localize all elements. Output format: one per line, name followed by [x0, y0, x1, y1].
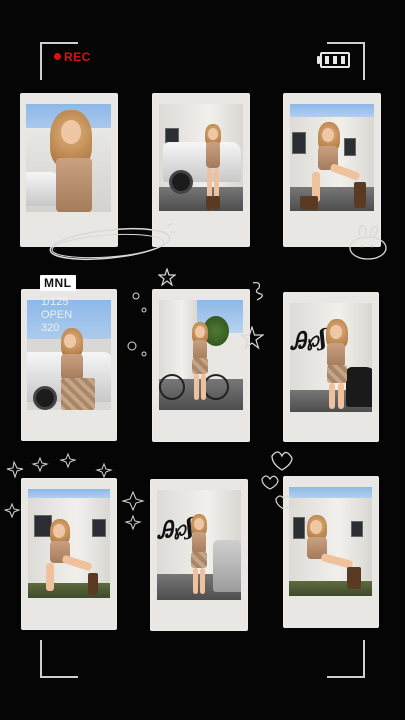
star-doodle-icon — [158, 268, 176, 286]
battery-icon — [317, 52, 350, 68]
polaroid-photo — [289, 487, 372, 596]
location-tag: MNL — [40, 275, 76, 291]
star-doodle-icon — [240, 326, 264, 350]
rec-label: REC — [64, 50, 91, 64]
oval-scribble-icon — [49, 222, 175, 261]
polaroid-photo — [159, 104, 243, 211]
bunny-doodle-icon — [349, 225, 387, 260]
battery-bar — [325, 56, 329, 64]
battery-bar — [333, 56, 337, 64]
polaroid-5[interactable] — [152, 289, 250, 442]
viewfinder-corner-bottom-right — [327, 640, 365, 678]
iso-readout: 320 — [41, 322, 60, 334]
polaroid-photo — [159, 300, 243, 410]
polaroid-photo — [290, 104, 374, 211]
scribble-doodle-icon — [252, 281, 263, 301]
sparkle-doodle-icon — [121, 490, 145, 531]
heart-doodle-icon — [261, 451, 293, 510]
polaroid-photo: Ꭿ℘ʃ — [290, 303, 372, 412]
shutter-readout: 1/125 — [41, 296, 69, 308]
polaroid-photo — [26, 104, 111, 212]
rec-indicator: REC — [54, 50, 91, 64]
polaroid-photo: Ꭿ℘ʃ — [157, 490, 241, 600]
dots-doodle-icon — [127, 292, 147, 357]
polaroid-8[interactable]: Ꭿ℘ʃ — [150, 479, 248, 631]
rec-dot-icon — [54, 53, 61, 61]
viewfinder-corner-bottom-left — [40, 640, 78, 678]
sparkle-doodle-icon — [4, 452, 113, 519]
polaroid-6[interactable]: Ꭿ℘ʃ — [283, 292, 379, 442]
aperture-readout: OPEN — [41, 309, 73, 321]
battery-bar — [341, 56, 345, 64]
